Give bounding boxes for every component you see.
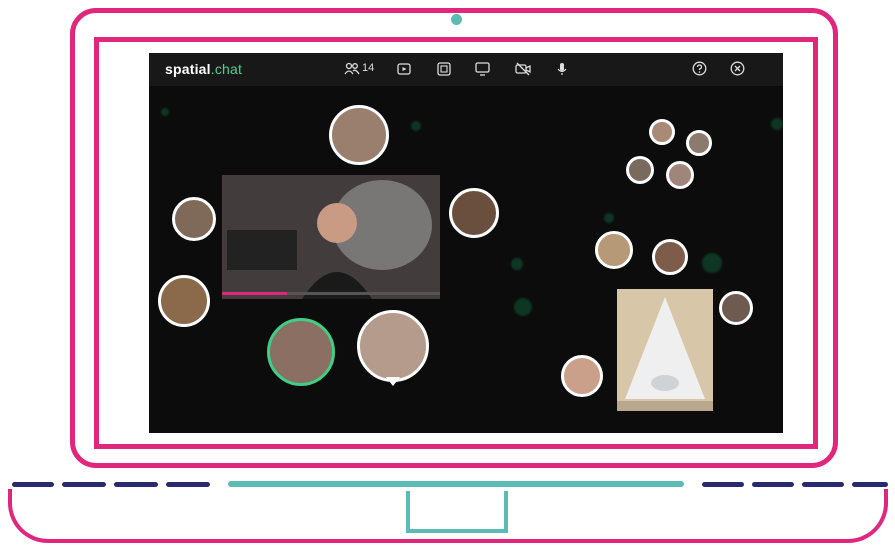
ambient-dot [702,253,722,273]
top-toolbar: spatial.chat 14 [149,53,783,86]
participant-avatar[interactable] [652,239,688,275]
keyboard-dash [12,482,54,487]
keyboard-bar [228,481,684,487]
participant-count[interactable]: 14 [362,62,374,74]
participant-avatar[interactable] [158,275,210,327]
close-icon[interactable] [730,61,745,76]
participant-avatar[interactable] [449,188,499,238]
play-icon[interactable] [397,62,411,76]
participant-avatar-self[interactable] [357,310,429,382]
keyboard-dash [114,482,158,487]
ambient-dot [771,118,783,130]
people-icon[interactable] [344,62,360,76]
video-progress-fill [222,292,288,295]
help-icon[interactable] [692,61,707,76]
shared-image [617,289,713,411]
participant-avatar[interactable] [719,291,753,325]
video-progress-bar[interactable] [222,292,440,295]
participant-avatar[interactable] [329,105,389,165]
ambient-dot [604,213,614,223]
camera-off-icon[interactable] [515,62,531,76]
webcam-icon [451,14,462,25]
participant-avatar[interactable] [666,161,694,189]
keyboard-dash [852,482,888,487]
keyboard-dash [166,482,210,487]
ambient-dot [514,298,532,316]
mic-icon[interactable] [556,62,568,76]
ambient-dot [511,258,523,270]
participant-avatar[interactable] [626,156,654,184]
keyboard-dash [802,482,844,487]
participant-avatar-speaking[interactable] [267,318,335,386]
participant-avatar[interactable] [595,231,633,269]
brand-logo: spatial.chat [165,61,243,77]
video-frame [222,175,440,299]
keyboard-dash [752,482,794,487]
media-share-icon[interactable] [437,62,451,76]
keyboard-dash [702,482,744,487]
participant-avatar[interactable] [686,130,712,156]
participant-avatar[interactable] [172,197,216,241]
touchpad [406,491,508,533]
shared-video-window[interactable] [222,175,440,299]
keyboard-dash [62,482,106,487]
ambient-dot [411,121,421,131]
screen-share-icon[interactable] [475,62,490,76]
participant-avatar[interactable] [649,119,675,145]
participant-avatar[interactable] [561,355,603,397]
ambient-dot [161,108,169,116]
shared-image-window[interactable] [617,289,713,411]
self-pointer-icon [386,377,400,386]
app-screen: spatial.chat 14 [149,53,783,433]
